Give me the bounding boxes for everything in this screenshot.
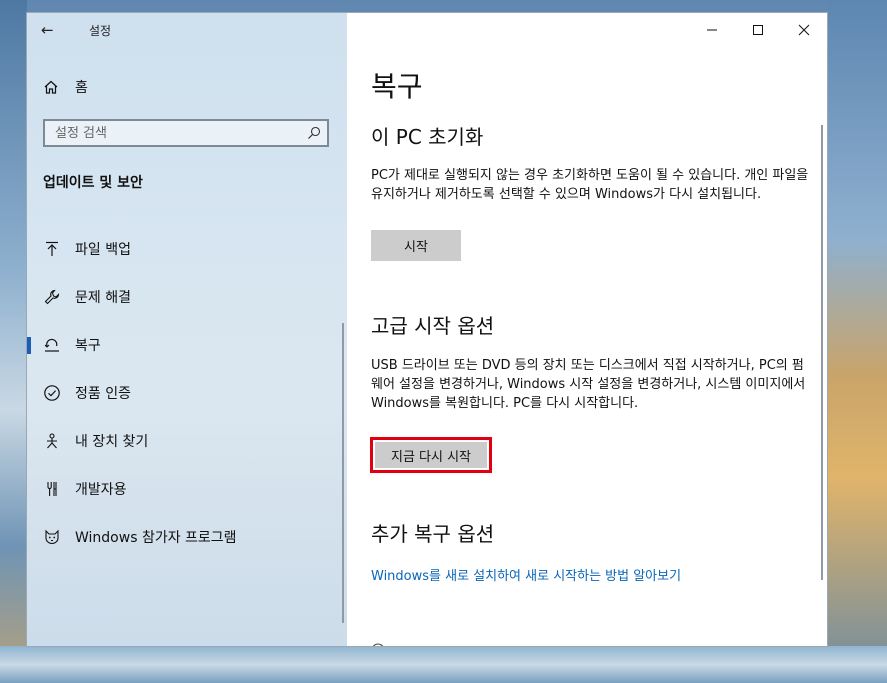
sidebar: ← 설정 홈 업데이트 및 보안 파일 백업	[27, 13, 347, 646]
search-box[interactable]	[43, 119, 329, 147]
minimize-button[interactable]	[689, 13, 735, 47]
close-icon	[798, 24, 810, 36]
section-title: 업데이트 및 보안	[43, 175, 143, 191]
desktop-wallpaper-bottom	[0, 646, 887, 683]
home-icon	[44, 80, 58, 94]
maximize-icon	[753, 25, 763, 35]
insider-cat-icon	[45, 529, 59, 545]
reset-start-button[interactable]: 시작	[371, 230, 461, 261]
sidebar-item-label: 복구	[75, 338, 101, 354]
page-title: 복구	[371, 70, 423, 103]
settings-window: ← 설정 홈 업데이트 및 보안 파일 백업	[27, 13, 827, 646]
sidebar-item-label: Windows 참가자 프로그램	[75, 530, 237, 546]
sidebar-item-label: 문제 해결	[75, 290, 131, 306]
advanced-startup-heading: 고급 시작 옵션	[371, 314, 495, 338]
back-button[interactable]: ←	[41, 21, 59, 39]
reset-pc-description: PC가 제대로 실행되지 않는 경우 초기화하면 도움이 될 수 있습니다. 개…	[371, 168, 809, 202]
sidebar-item-label: 정품 인증	[75, 386, 131, 402]
find-device-icon	[47, 433, 57, 449]
restart-now-button[interactable]: 지금 다시 시작	[375, 442, 487, 468]
sidebar-item-label: 파일 백업	[75, 242, 131, 258]
search-input[interactable]	[55, 124, 295, 142]
sidebar-item-developer[interactable]: 개발자용	[27, 469, 343, 509]
upload-icon	[46, 241, 58, 256]
sidebar-scrollbar[interactable]	[342, 323, 344, 623]
maximize-button[interactable]	[735, 13, 781, 47]
home-link[interactable]: 홈	[43, 77, 88, 97]
sidebar-item-backup[interactable]: 파일 백업	[27, 229, 343, 269]
main-content: 복구 이 PC 초기화 PC가 제대로 실행되지 않는 경우 초기화하면 도움이…	[347, 13, 827, 646]
window-title: 설정	[89, 24, 112, 38]
wrench-icon	[44, 289, 60, 305]
title-bar: ← 설정	[27, 13, 347, 47]
reset-pc-heading: 이 PC 초기화	[371, 125, 484, 149]
search-icon[interactable]	[307, 126, 321, 140]
advanced-startup-description: USB 드라이브 또는 DVD 등의 장치 또는 디스크에서 직접 시작하거나,…	[371, 358, 806, 411]
sidebar-item-find-device[interactable]: 내 장치 찾기	[27, 421, 343, 461]
sidebar-item-recovery[interactable]: 복구	[27, 325, 343, 365]
sidebar-item-insider[interactable]: Windows 참가자 프로그램	[27, 517, 343, 557]
clipped-item	[371, 638, 491, 646]
close-button[interactable]	[781, 13, 827, 47]
sidebar-item-troubleshoot[interactable]: 문제 해결	[27, 277, 343, 317]
window-controls	[689, 13, 827, 47]
clipped-content-icon	[372, 643, 384, 646]
fresh-start-link[interactable]: Windows를 새로 설치하여 새로 시작하는 방법 알아보기	[371, 565, 681, 584]
desktop-wallpaper-left	[0, 0, 27, 683]
sidebar-item-label: 개발자용	[75, 482, 127, 498]
recovery-icon	[44, 338, 59, 352]
content-scrollbar[interactable]	[821, 125, 823, 580]
sidebar-item-activation[interactable]: 정품 인증	[27, 373, 343, 413]
developer-icon	[47, 482, 57, 496]
desktop-wallpaper-right	[827, 0, 887, 683]
check-circle-icon	[44, 385, 60, 401]
home-label: 홈	[75, 80, 88, 96]
restart-highlight-box: 지금 다시 시작	[370, 437, 492, 473]
sidebar-item-label: 내 장치 찾기	[75, 434, 149, 450]
active-indicator	[27, 337, 31, 354]
minimize-icon	[707, 29, 717, 31]
more-recovery-heading: 추가 복구 옵션	[371, 522, 495, 546]
